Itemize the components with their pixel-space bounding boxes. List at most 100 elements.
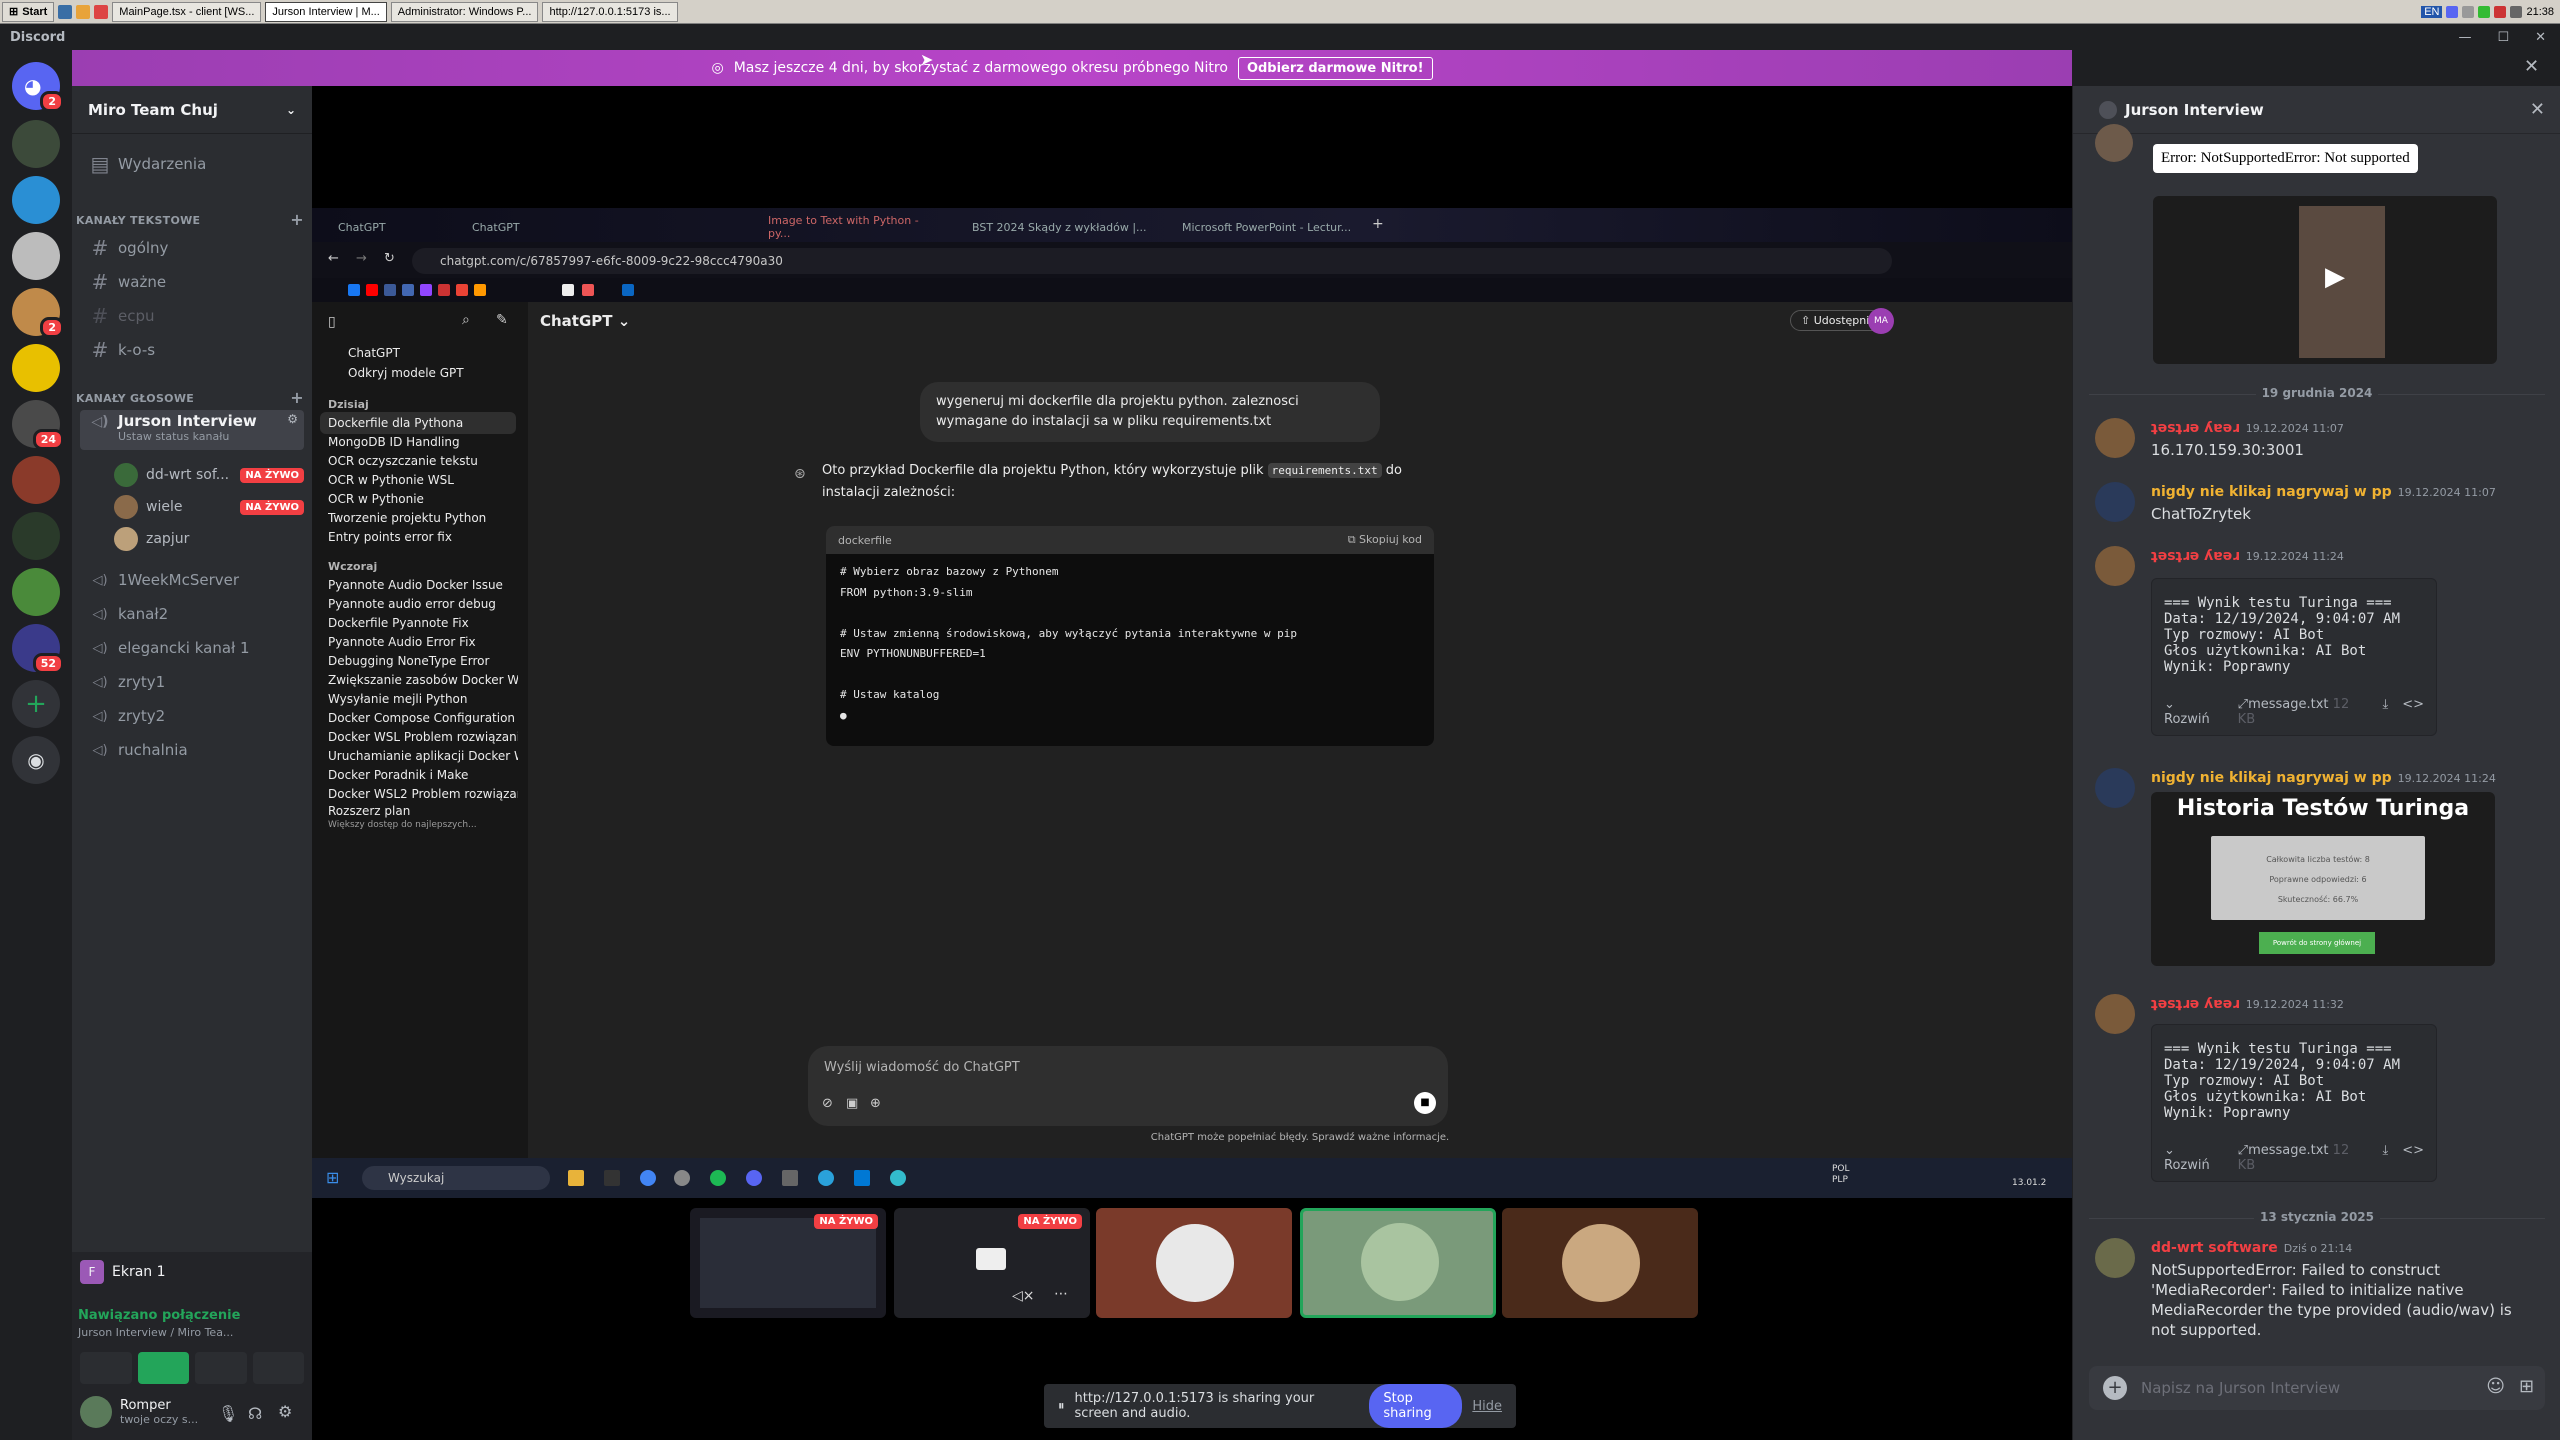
explore-icon[interactable]: ◉ xyxy=(12,736,60,784)
download-icon[interactable]: ⤓ xyxy=(2382,697,2388,727)
chat-item[interactable]: OCR w Pythonie WSL xyxy=(328,473,518,487)
close-icon[interactable]: ✕ xyxy=(2530,99,2545,120)
sidebar-chatgpt[interactable]: ChatGPT xyxy=(328,346,518,360)
start-button[interactable]: ⊞ Start xyxy=(2,1,55,22)
sidebar-explore-gpts[interactable]: Odkryj modele GPT xyxy=(328,366,518,380)
expand-button[interactable]: ⌄ Rozwiń xyxy=(2164,697,2224,727)
bookmark-icon[interactable] xyxy=(622,284,634,296)
chat-item[interactable]: Uruchamianie aplikacji Docker W xyxy=(328,749,518,763)
spotify-icon[interactable] xyxy=(710,1170,726,1186)
chat-item[interactable]: Dockerfile dla Pythona xyxy=(328,416,518,430)
chat-item[interactable]: Entry points error fix xyxy=(328,530,518,544)
back-icon[interactable]: ← xyxy=(328,251,339,266)
tray-language[interactable]: POL PLP xyxy=(1832,1164,1850,1186)
bookmark-icon[interactable] xyxy=(420,284,432,296)
bookmark-icon[interactable] xyxy=(456,284,468,296)
mute-icon[interactable]: ◁× xyxy=(1012,1288,1035,1304)
close-icon[interactable]: ✕ xyxy=(2524,56,2539,77)
bookmark-icon[interactable] xyxy=(384,284,396,296)
server-icon[interactable] xyxy=(12,176,60,224)
voice-user[interactable]: wiele NA ŻYWO xyxy=(114,492,304,522)
voice-user[interactable]: zapjur xyxy=(114,524,304,554)
voice-channel[interactable]: ◁) ruchalnia xyxy=(80,734,304,766)
voice-user[interactable]: dd-wrt sof... NA ŻYWO xyxy=(114,460,304,490)
bookmark-icon[interactable] xyxy=(562,284,574,296)
windows-start-icon[interactable]: ⊞ xyxy=(326,1168,339,1187)
quicklaunch-icon[interactable] xyxy=(58,4,73,19)
user-info[interactable]: Romper twoje oczy s... xyxy=(80,1396,198,1428)
stop-sharing-button[interactable]: Stop sharing xyxy=(1369,1384,1463,1428)
browser-tab[interactable]: ChatGPT xyxy=(462,214,602,240)
server-icon[interactable] xyxy=(12,568,60,616)
shared-screen[interactable]: ChatGPT ChatGPT Image to Text with Pytho… xyxy=(312,208,2072,1198)
task-powershell[interactable]: Administrator: Windows P... xyxy=(390,1,539,22)
voice-channel[interactable]: ◁) 1WeekMcServer xyxy=(80,564,304,596)
browser-tab[interactable]: BST 2024 Skądy z wykładów |... xyxy=(962,214,1162,240)
new-chat-icon[interactable]: ✎ xyxy=(496,312,508,328)
browser-tab[interactable]: Microsoft PowerPoint - Lectur... xyxy=(1172,214,1372,240)
events-item[interactable]: ▤ Wydarzenia xyxy=(80,148,304,180)
username[interactable]: ʇǝsʇɹǝ ʎɐǝɹ 19.12.2024 11:32 xyxy=(2151,996,2344,1012)
server-icon[interactable] xyxy=(12,120,60,168)
bookmark-icon[interactable] xyxy=(438,284,450,296)
url-bar[interactable]: chatgpt.com/c/67857997-e6fc-8009-9c22-98… xyxy=(412,248,1892,274)
bookmark-icon[interactable] xyxy=(366,284,378,296)
claim-nitro-button[interactable]: Odbierz darmowe Nitro! xyxy=(1237,56,1433,80)
emoji-icon[interactable]: ☺ xyxy=(2486,1376,2505,1397)
settings-icon[interactable] xyxy=(674,1170,690,1186)
explorer-icon[interactable] xyxy=(568,1170,584,1186)
bookmark-icon[interactable] xyxy=(402,284,414,296)
share-screen-button[interactable] xyxy=(137,1352,189,1384)
participant-tile[interactable] xyxy=(1502,1208,1698,1318)
reload-icon[interactable]: ↻ xyxy=(384,251,395,266)
add-server-icon[interactable]: + xyxy=(12,680,60,728)
task-discord[interactable]: Jurson Interview | M... xyxy=(265,1,387,22)
channel-item[interactable]: # k-o-s xyxy=(80,334,304,366)
video-attachment[interactable]: ▶ xyxy=(2153,196,2497,364)
participant-tile-speaking[interactable] xyxy=(1300,1208,1496,1318)
terminal-icon[interactable] xyxy=(604,1170,620,1186)
gear-icon[interactable]: ⚙ xyxy=(287,412,304,426)
download-icon[interactable]: ⤓ xyxy=(2382,1143,2388,1173)
browser-icon[interactable] xyxy=(94,4,109,19)
code-view-icon[interactable]: <> xyxy=(2402,697,2424,727)
add-channel-icon[interactable]: + xyxy=(290,210,304,229)
voice-channel[interactable]: ◁) elegancki kanał 1 xyxy=(80,632,304,664)
voice-channel[interactable]: ◁) kanał2 xyxy=(80,598,304,630)
file-name[interactable]: ⤢message.txt 12 KB xyxy=(2238,697,2369,727)
connection-channel[interactable]: Jurson Interview / Miro Tea... xyxy=(78,1326,233,1339)
discord-tray-icon[interactable] xyxy=(2446,5,2459,18)
username[interactable]: nigdy nie klikaj nagrywaj w pp 19.12.2024… xyxy=(2151,770,2496,786)
play-icon[interactable]: ▶ xyxy=(2325,262,2345,292)
voice-channel[interactable]: ◁) zryty2 xyxy=(80,700,304,732)
hide-button[interactable]: Hide xyxy=(1472,1399,1502,1414)
file-name[interactable]: ⤢message.txt 12 KB xyxy=(2238,1143,2369,1173)
server-icon[interactable] xyxy=(12,456,60,504)
tray-icon[interactable] xyxy=(2462,5,2475,18)
file-attachment[interactable]: === Wynik testu Turinga === Data: 12/19/… xyxy=(2151,578,2437,736)
chat-item[interactable]: Pyannote Audio Docker Issue xyxy=(328,578,518,592)
more-icon[interactable]: ⋯ xyxy=(1054,1286,1068,1302)
activities-button[interactable] xyxy=(195,1352,247,1384)
apps-icon[interactable]: ⊞ xyxy=(2519,1376,2534,1397)
chat-item[interactable]: Docker Compose Configuration xyxy=(328,711,518,725)
chat-item[interactable]: Tworzenie projektu Python xyxy=(328,511,518,525)
profile-avatar[interactable]: MA xyxy=(1868,308,1894,334)
globe-icon[interactable]: ⊕ xyxy=(870,1096,881,1111)
message-composer[interactable]: Wyślij wiadomość do ChatGPT ⊘ ▣ ⊕ ■ xyxy=(808,1046,1448,1126)
soundboard-button[interactable] xyxy=(252,1352,304,1384)
chat-item[interactable]: Pyannote audio error debug xyxy=(328,597,518,611)
stop-generating-icon[interactable]: ■ xyxy=(1414,1092,1436,1114)
chat-item[interactable]: Dockerfile Pyannote Fix xyxy=(328,616,518,630)
chat-item[interactable]: Docker WSL2 Problem rozwiązan xyxy=(328,787,518,801)
tray-icon[interactable] xyxy=(2494,5,2507,18)
discord-icon[interactable] xyxy=(746,1170,762,1186)
stream-thumbnail[interactable]: NA ŻYWO xyxy=(690,1208,886,1318)
vscode-icon[interactable] xyxy=(854,1170,870,1186)
browser-tab[interactable]: ChatGPT xyxy=(328,214,468,240)
chat-item[interactable]: Debugging NoneType Error xyxy=(328,654,518,668)
chat-item[interactable]: Wysyłanie mejli Python xyxy=(328,692,518,706)
error-screenshot[interactable]: Error: NotSupportedError: Not supported xyxy=(2153,144,2418,173)
upgrade-plan[interactable]: Rozszerz plan xyxy=(328,804,518,818)
chat-item[interactable]: Docker WSL Problem rozwiązanie xyxy=(328,730,518,744)
